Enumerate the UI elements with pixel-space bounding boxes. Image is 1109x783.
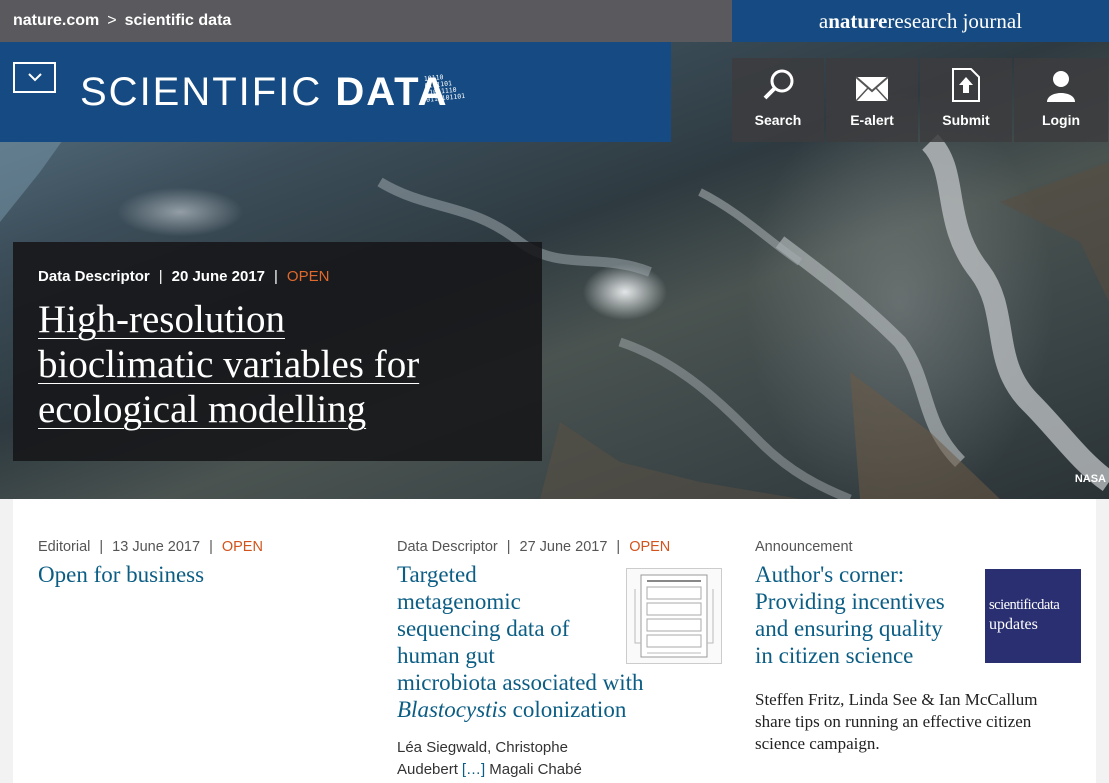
article-card-editorial: Editorial | 13 June 2017 | OPEN Open for bus… [38,539,368,588]
login-label: Login [1041,112,1081,128]
login-button[interactable]: Login [1014,58,1108,142]
article-type: Announcement [755,539,853,555]
article-authors: Léa Siegwald, Christophe Audebert […] Maga… [397,737,687,781]
title-line[interactable]: sequencing data of [397,616,569,641]
summary-line: science campaign. [755,734,880,753]
open-access-badge: OPEN [221,539,263,555]
upload-icon [952,68,980,102]
journal-brand-light: research [887,8,958,33]
article-title-link[interactable]: Open for business [38,561,368,588]
article-listing: Editorial | 13 June 2017 | OPEN Open for bus… [13,499,1096,783]
scientific-data-updates-thumbnail[interactable]: scientificdata updates [985,569,1081,663]
author-names: Léa Siegwald, Christophe [397,739,568,756]
breadcrumb-link-nature[interactable]: nature.com [13,12,99,30]
title-line[interactable]: ecological modelling [38,388,366,431]
toolbar: Search E-alert Submit Login [732,58,1108,142]
title-line[interactable]: and ensuring quality [755,616,943,641]
site-logo[interactable]: SCIENTIFIC DATA [80,70,449,114]
article-meta: Data Descriptor | 27 June 2017 | OPEN [397,539,671,555]
e-alert-button[interactable]: E-alert [826,58,918,142]
open-access-badge: OPEN [629,539,671,555]
title-line[interactable]: High-resolution [38,298,285,341]
logo-light: SCIENTIFIC [80,70,323,114]
article-date: 13 June 2017 [112,539,201,555]
journal-prefix: a [818,8,829,33]
open-access-badge: OPEN [286,268,330,285]
updates-thumb-line: updates [989,616,1038,633]
updates-thumb-line: scientificdata [989,597,1060,613]
article-thumbnail[interactable] [626,568,722,664]
summary-line: share tips on running an effective citiz… [755,712,1032,731]
e-alert-label: E-alert [850,112,894,128]
title-line[interactable]: metagenomic [397,589,521,614]
figure-thumbnail-image [634,574,714,658]
featured-article-card: Data Descriptor | 20 June 2017 | OPEN High-r… [13,242,542,461]
article-card-announcement: Announcement Author's corner: Providing … [755,539,1037,755]
breadcrumb-link-scientific-data[interactable]: scientific data [125,12,232,30]
article-title-link[interactable]: Author's corner: Providing incentives an… [755,561,975,669]
breadcrumb: nature.com > scientific data [13,0,231,42]
image-credit: NASA [1074,473,1106,485]
article-summary: Steffen Fritz, Linda See & Ian McCallum … [755,689,1037,755]
more-authors-link[interactable]: […] [462,761,485,778]
title-tail[interactable]: colonization [507,697,627,722]
title-line[interactable]: Targeted [397,562,477,587]
search-icon [763,69,794,100]
featured-article-meta: Data Descriptor | 20 June 2017 | OPEN [38,268,330,285]
title-line[interactable]: bioclimatic variables for [38,343,419,386]
article-type: Editorial [38,539,91,555]
title-line[interactable]: Providing incentives [755,589,945,614]
search-button[interactable]: Search [732,58,824,142]
featured-article-title[interactable]: High-resolution bioclimatic variables fo… [38,297,517,432]
author-names: Magali Chabé [489,761,582,778]
title-line[interactable]: human gut [397,643,495,668]
article-meta: Announcement [755,539,975,555]
article-type: Data Descriptor [397,539,498,555]
article-type: Data Descriptor [38,268,150,285]
article-date: 20 June 2017 [171,268,266,285]
search-label: Search [754,112,802,128]
journal-suffix: journal [957,8,1023,33]
author-names: Audebert [397,761,458,778]
nature-research-journal-link[interactable]: a nature research journal [732,0,1109,42]
breadcrumb-separator: > [107,12,117,29]
mail-icon [855,76,889,102]
title-line[interactable]: microbiota associated with [397,670,644,695]
article-meta: Editorial | 13 June 2017 | OPEN [38,539,263,555]
journal-brand-bold: nature [828,8,888,33]
summary-line: Steffen Fritz, Linda See & Ian McCallum [755,690,1038,709]
menu-toggle-button[interactable] [13,62,56,93]
user-icon [1047,71,1075,102]
submit-button[interactable]: Submit [920,58,1012,142]
title-line[interactable]: in citizen science [755,643,913,668]
title-italic[interactable]: Blastocystis [397,697,507,722]
submit-label: Submit [942,112,990,128]
article-date: 27 June 2017 [519,539,608,555]
title-line[interactable]: Author's corner: [755,562,904,587]
logo-binary-mark: 10110 0111101 11011110 0111101101 [424,72,466,104]
chevron-down-icon [27,73,42,82]
